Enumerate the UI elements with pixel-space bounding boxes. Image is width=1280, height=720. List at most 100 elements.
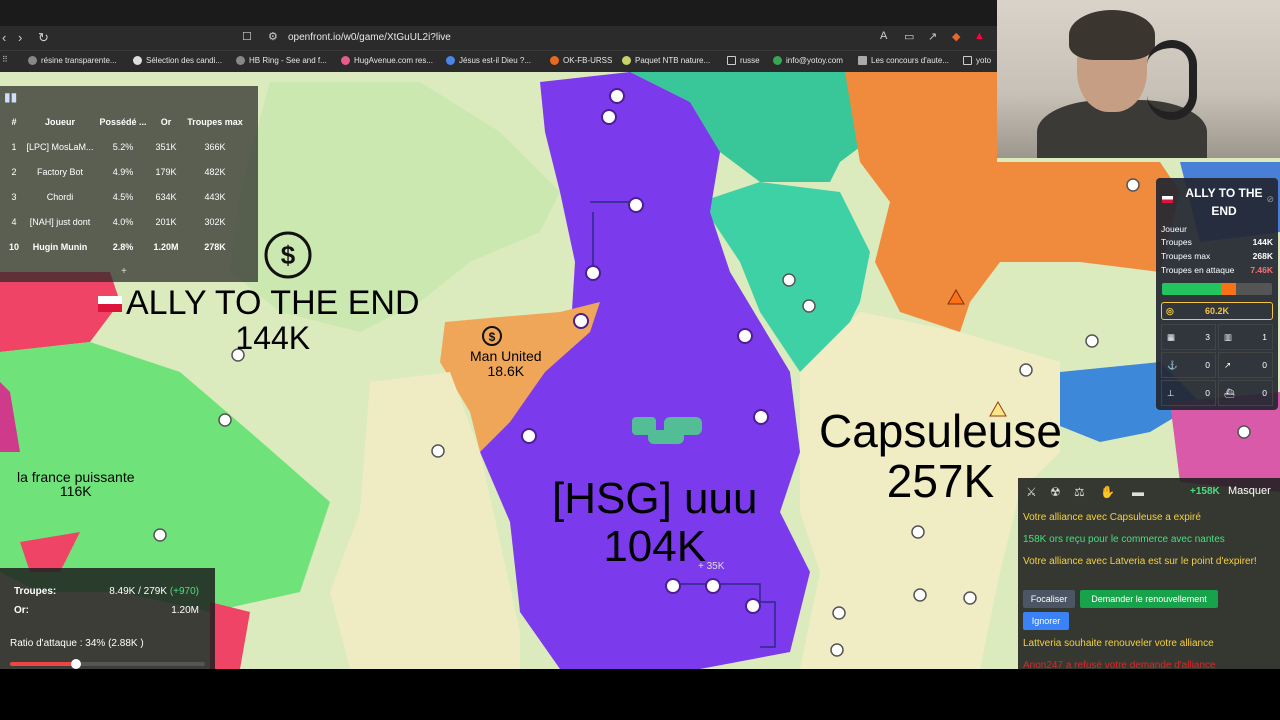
col-gold[interactable]: Or <box>150 110 182 134</box>
map-label-hsg: [HSG] uuu 104K <box>552 474 758 571</box>
sam-launcher-icon: ⊥ <box>1167 387 1175 398</box>
close-icon[interactable]: ⊘ <box>1266 194 1274 205</box>
leaderboard-table: # Joueur Possédé ... Or Troupes max 1 [L… <box>4 110 248 259</box>
troop-bar <box>1162 283 1272 295</box>
owned: 4.0% <box>112 216 134 227</box>
bookmark-star-icon[interactable]: ☐ <box>242 30 252 43</box>
bookmark-item[interactable]: Sélection des candi... <box>133 56 222 65</box>
bookmarks-bar: ⠿ résine transparente... Sélection des c… <box>0 50 997 72</box>
map-label-ally: ALLY TO THE END 144K <box>126 284 420 356</box>
event-message: Votre alliance avec Capsuleuse a expiré <box>1023 512 1201 523</box>
events-toolbar: ⚔ ☢ ⚖ ✋ ▬ +158K Masquer <box>1018 478 1280 506</box>
leaderboard-panel: ▮▮ # Joueur Possédé ... Or Troupes max 1… <box>0 86 258 282</box>
gold: 179K <box>155 166 177 177</box>
renew-alliance-button[interactable]: Demander le renouvellement <box>1080 590 1218 608</box>
attack-ratio-label: Ratio d'attaque : 34% (2.88K ) <box>10 638 144 649</box>
map-label-man-united: Man United 18.6K <box>470 348 542 379</box>
forward-icon[interactable]: › <box>18 30 22 45</box>
troops-panel: Troupes: 8.49K / 279K (+970) Or: 1.20M R… <box>0 568 215 669</box>
floating-troop-text: + 35K <box>698 561 725 572</box>
col-max-troops[interactable]: Troupes max <box>182 110 248 134</box>
leaderboard-row[interactable]: 2 Factory Bot 4.9% 179K 482K <box>4 159 248 184</box>
col-player[interactable]: Joueur <box>24 110 96 134</box>
browser-tab-strip <box>0 0 997 26</box>
back-icon[interactable]: ‹ <box>2 30 6 45</box>
bookmark-item[interactable]: Les concours d'aute... <box>858 56 949 65</box>
focus-button[interactable]: Focaliser <box>1023 590 1075 608</box>
bookmark-favicon-icon <box>341 56 350 65</box>
handshake-icon[interactable]: ✋ <box>1100 485 1115 499</box>
bookmark-item[interactable]: HB Ring - See and f... <box>236 56 327 65</box>
bookmark-item[interactable]: info@yotoy.com <box>773 56 843 65</box>
bookmark-item[interactable]: OK-FB-URSS <box>550 56 612 65</box>
ignore-button[interactable]: Ignorer <box>1023 612 1069 630</box>
gold: 634K <box>155 191 177 202</box>
bookmark-item[interactable]: résine transparente... <box>28 56 117 65</box>
bookmark-item[interactable]: yoto <box>963 56 991 65</box>
event-message: Anon247 a refusé votre demande d'allianc… <box>1023 660 1216 669</box>
leaderboard-row[interactable]: 1 [LPC] MosLaM... 5.2% 351K 366K <box>4 134 248 159</box>
bookmark-item[interactable]: Jésus est-il Dieu ?... <box>446 56 531 65</box>
port-icon: ⚓ <box>1167 359 1178 370</box>
player-name: [NAH] just dont <box>29 216 91 227</box>
player-info-panel: ALLY TO THE END ⊘ Joueur Troupes 144K Tro… <box>1156 178 1278 410</box>
nuke-icon[interactable]: ☢ <box>1050 485 1061 499</box>
leaderboard-row[interactable]: 3 Chordi 4.5% 634K 443K <box>4 184 248 209</box>
bookmark-item[interactable]: Paquet NTB nature... <box>622 56 710 65</box>
bookmark-item[interactable]: russe <box>727 56 760 65</box>
events-panel: ⚔ ☢ ⚖ ✋ ▬ +158K Masquer Votre alliance a… <box>1018 478 1280 669</box>
chat-icon[interactable]: ▬ <box>1132 485 1144 499</box>
max-troops: 482K <box>204 166 226 177</box>
event-message: 158K ors reçu pour le commerce avec nant… <box>1023 534 1225 545</box>
leaderboard-expand-button[interactable]: + <box>121 266 127 277</box>
player-name: Chordi <box>46 191 74 202</box>
building-city: ▦ 3 <box>1161 324 1216 350</box>
bar-chart-icon[interactable]: ▮▮ <box>4 90 17 104</box>
attack-ratio-handle[interactable] <box>71 659 82 669</box>
bookmark-item[interactable]: HugAvenue.com res... <box>341 56 433 65</box>
share-icon[interactable]: ↗ <box>928 30 937 43</box>
folder-icon <box>727 56 736 65</box>
leaderboard-row[interactable]: 4 [NAH] just dont 4.0% 201K 302K <box>4 209 248 234</box>
apps-icon[interactable]: ⠿ <box>2 55 8 64</box>
rank: 10 <box>8 241 19 252</box>
owned: 5.2% <box>112 141 134 152</box>
sword-icon[interactable]: ⚔ <box>1026 485 1037 499</box>
cast-icon[interactable]: ▭ <box>904 30 914 43</box>
factory-icon: ▥ <box>1224 331 1233 342</box>
max-troops: 366K <box>204 141 226 152</box>
col-rank[interactable]: # <box>4 110 24 134</box>
attack-troops-row: Troupes en attaque 7.46K <box>1161 265 1273 275</box>
rank: 2 <box>11 166 17 177</box>
event-message: Lattveria souhaite renouveler votre alli… <box>1023 638 1214 649</box>
site-info-icon[interactable]: ⚙ <box>268 30 278 43</box>
translate-icon[interactable]: A <box>880 30 887 42</box>
bookmark-favicon-icon <box>550 56 559 65</box>
max-troops: 302K <box>204 216 226 227</box>
hide-events-button[interactable]: Masquer <box>1228 485 1271 497</box>
brave-shield-icon[interactable]: ◆ <box>952 30 960 43</box>
headphones-icon <box>1147 40 1197 120</box>
browser-toolbar: ‹ › ↻ ☐ ⚙ openfront.io/w0/game/XtGuUL2i?… <box>0 26 997 50</box>
webcam-overlay <box>997 0 1280 158</box>
bookmark-favicon-icon <box>773 56 782 65</box>
bookmark-favicon-icon <box>446 56 455 65</box>
player-flag-icon <box>1162 196 1173 203</box>
rewards-icon[interactable]: ▲ <box>974 30 985 42</box>
building-factory: ▥ 1 <box>1218 324 1273 350</box>
player-type-row: Joueur <box>1161 224 1187 234</box>
address-bar[interactable]: openfront.io/w0/game/XtGuUL2i?live <box>288 32 451 43</box>
attack-ratio-fill <box>10 662 77 666</box>
trade-icon[interactable]: ⚖ <box>1074 485 1085 499</box>
building-sam-launcher: ⊥ 0 <box>1161 380 1216 406</box>
gold: 201K <box>155 216 177 227</box>
attack-ratio-slider[interactable] <box>10 659 205 669</box>
screen: ‹ › ↻ ☐ ⚙ openfront.io/w0/game/XtGuUL2i?… <box>0 0 1280 720</box>
max-troops-row: Troupes max 268K <box>1161 251 1273 261</box>
warship-icon: ⛴ <box>1224 387 1235 398</box>
leaderboard-row-self[interactable]: 10 Hugin Munin 2.8% 1.20M 278K <box>4 234 248 259</box>
reload-icon[interactable]: ↻ <box>38 30 49 46</box>
max-troops: 443K <box>204 191 226 202</box>
player-name: [LPC] MosLaM... <box>26 141 94 152</box>
col-owned[interactable]: Possédé ... <box>96 110 150 134</box>
